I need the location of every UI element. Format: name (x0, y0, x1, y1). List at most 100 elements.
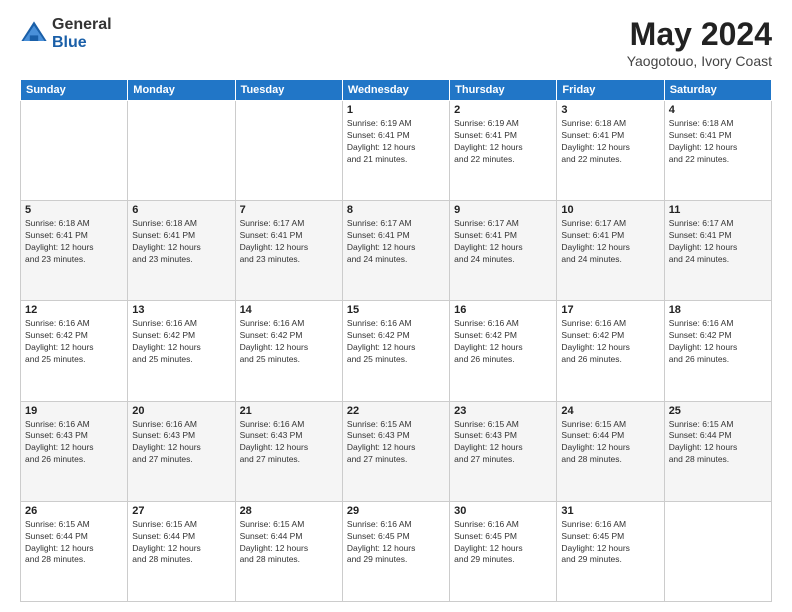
title-block: May 2024 Yaogotouo, Ivory Coast (627, 16, 772, 69)
table-row: 11Sunrise: 6:17 AM Sunset: 6:41 PM Dayli… (664, 201, 771, 301)
table-row: 10 Sunrise: 6:17 AM Sunset: 6:41 PM Dayli… (557, 201, 664, 301)
col-monday: Monday (128, 80, 235, 101)
table-row: 7 Sunrise: 6:17 AM Sunset: 6:41 PM Daylig… (235, 201, 342, 301)
table-row: 18Sunrise: 6:16 AM Sunset: 6:42 PM Dayli… (664, 301, 771, 401)
day-info: Sunrise: 6:16 AM Sunset: 6:45 PM Dayligh… (347, 519, 445, 567)
table-row: 19 Sunrise: 6:16 AM Sunset: 6:43 PM Dayli… (21, 401, 128, 501)
table-row: 6 Sunrise: 6:18 AM Sunset: 6:41 PM Daylig… (128, 201, 235, 301)
day-info: Sunrise: 6:15 AM Sunset: 6:44 PM Dayligh… (132, 519, 230, 567)
day-number: 6 (132, 204, 230, 216)
calendar-week-row: 12 Sunrise: 6:16 AM Sunset: 6:42 PM Dayli… (21, 301, 772, 401)
table-row (235, 101, 342, 201)
table-row: 15 Sunrise: 6:16 AM Sunset: 6:42 PM Dayli… (342, 301, 449, 401)
day-info: Sunrise: 6:17 AM Sunset: 6:41 PM Dayligh… (561, 218, 659, 266)
table-row: 21 Sunrise: 6:16 AM Sunset: 6:43 PM Dayli… (235, 401, 342, 501)
day-number: 14 (240, 304, 338, 316)
day-number: 12 (25, 304, 123, 316)
table-row: 22 Sunrise: 6:15 AM Sunset: 6:43 PM Dayli… (342, 401, 449, 501)
table-row: 31 Sunrise: 6:16 AM Sunset: 6:45 PM Dayli… (557, 501, 664, 601)
day-info: Sunrise: 6:15 AM Sunset: 6:44 PM Dayligh… (669, 419, 767, 467)
table-row: 25 Sunrise: 6:15 AM Sunset: 6:44 PM Dayli… (664, 401, 771, 501)
header: General Blue May 2024 Yaogotouo, Ivory C… (20, 16, 772, 69)
day-number: 15 (347, 304, 445, 316)
day-number: 5 (25, 204, 123, 216)
day-number: 26 (25, 505, 123, 517)
col-sunday: Sunday (21, 80, 128, 101)
day-number: 24 (561, 405, 659, 417)
calendar-week-row: 19 Sunrise: 6:16 AM Sunset: 6:43 PM Dayli… (21, 401, 772, 501)
day-info: Sunrise: 6:17 AM Sunset: 6:41 PM Dayligh… (454, 218, 552, 266)
day-info: Sunrise: 6:19 AM Sunset: 6:41 PM Dayligh… (347, 118, 445, 166)
day-number: 28 (240, 505, 338, 517)
table-row (664, 501, 771, 601)
page: General Blue May 2024 Yaogotouo, Ivory C… (0, 0, 792, 612)
logo: General Blue (20, 16, 112, 51)
day-info: Sunrise: 6:18 AM Sunset: 6:41 PM Dayligh… (132, 218, 230, 266)
day-number: 17 (561, 304, 659, 316)
col-thursday: Thursday (450, 80, 557, 101)
day-number: 22 (347, 405, 445, 417)
day-info: Sunrise: 6:15 AM Sunset: 6:44 PM Dayligh… (25, 519, 123, 567)
col-friday: Friday (557, 80, 664, 101)
day-number: 8 (347, 204, 445, 216)
day-number: 25 (669, 405, 767, 417)
col-wednesday: Wednesday (342, 80, 449, 101)
day-info: Sunrise: 6:15 AM Sunset: 6:43 PM Dayligh… (347, 419, 445, 467)
day-info: Sunrise: 6:16 AM Sunset: 6:43 PM Dayligh… (240, 419, 338, 467)
day-info: Sunrise: 6:17 AM Sunset: 6:41 PM Dayligh… (347, 218, 445, 266)
day-number: 13 (132, 304, 230, 316)
day-number: 9 (454, 204, 552, 216)
day-number: 30 (454, 505, 552, 517)
table-row: 14 Sunrise: 6:16 AM Sunset: 6:42 PM Dayli… (235, 301, 342, 401)
day-number: 3 (561, 104, 659, 116)
day-number: 31 (561, 505, 659, 517)
table-row: 1 Sunrise: 6:19 AM Sunset: 6:41 PM Daylig… (342, 101, 449, 201)
day-info: Sunrise: 6:16 AM Sunset: 6:43 PM Dayligh… (132, 419, 230, 467)
day-number: 20 (132, 405, 230, 417)
logo-icon (20, 20, 48, 48)
table-row: 20 Sunrise: 6:16 AM Sunset: 6:43 PM Dayli… (128, 401, 235, 501)
day-info: Sunrise: 6:16 AM Sunset: 6:43 PM Dayligh… (25, 419, 123, 467)
day-number: 10 (561, 204, 659, 216)
table-row: 8 Sunrise: 6:17 AM Sunset: 6:41 PM Daylig… (342, 201, 449, 301)
table-row (21, 101, 128, 201)
day-info: Sunrise: 6:16 AM Sunset: 6:45 PM Dayligh… (454, 519, 552, 567)
calendar-table: Sunday Monday Tuesday Wednesday Thursday… (20, 79, 772, 602)
col-saturday: Saturday (664, 80, 771, 101)
table-row: 3Sunrise: 6:18 AM Sunset: 6:41 PM Daylig… (557, 101, 664, 201)
table-row: 24 Sunrise: 6:15 AM Sunset: 6:44 PM Dayli… (557, 401, 664, 501)
table-row (128, 101, 235, 201)
table-row: 17Sunrise: 6:16 AM Sunset: 6:42 PM Dayli… (557, 301, 664, 401)
table-row: 23Sunrise: 6:15 AM Sunset: 6:43 PM Dayli… (450, 401, 557, 501)
day-info: Sunrise: 6:16 AM Sunset: 6:42 PM Dayligh… (347, 318, 445, 366)
logo-general: General (52, 16, 112, 34)
day-info: Sunrise: 6:18 AM Sunset: 6:41 PM Dayligh… (669, 118, 767, 166)
day-info: Sunrise: 6:16 AM Sunset: 6:42 PM Dayligh… (240, 318, 338, 366)
table-row: 26 Sunrise: 6:15 AM Sunset: 6:44 PM Dayli… (21, 501, 128, 601)
day-number: 19 (25, 405, 123, 417)
day-number: 7 (240, 204, 338, 216)
day-info: Sunrise: 6:16 AM Sunset: 6:42 PM Dayligh… (454, 318, 552, 366)
calendar-week-row: 5 Sunrise: 6:18 AM Sunset: 6:41 PM Daylig… (21, 201, 772, 301)
day-number: 21 (240, 405, 338, 417)
day-info: Sunrise: 6:17 AM Sunset: 6:41 PM Dayligh… (240, 218, 338, 266)
header-row: Sunday Monday Tuesday Wednesday Thursday… (21, 80, 772, 101)
day-number: 27 (132, 505, 230, 517)
day-info: Sunrise: 6:16 AM Sunset: 6:42 PM Dayligh… (669, 318, 767, 366)
day-info: Sunrise: 6:15 AM Sunset: 6:44 PM Dayligh… (240, 519, 338, 567)
table-row: 28 Sunrise: 6:15 AM Sunset: 6:44 PM Dayli… (235, 501, 342, 601)
day-info: Sunrise: 6:16 AM Sunset: 6:42 PM Dayligh… (132, 318, 230, 366)
day-number: 11 (669, 204, 767, 216)
day-number: 23 (454, 405, 552, 417)
day-info: Sunrise: 6:16 AM Sunset: 6:45 PM Dayligh… (561, 519, 659, 567)
day-info: Sunrise: 6:15 AM Sunset: 6:44 PM Dayligh… (561, 419, 659, 467)
table-row: 29Sunrise: 6:16 AM Sunset: 6:45 PM Dayli… (342, 501, 449, 601)
table-row: 4 Sunrise: 6:18 AM Sunset: 6:41 PM Daylig… (664, 101, 771, 201)
day-number: 4 (669, 104, 767, 116)
table-row: 27 Sunrise: 6:15 AM Sunset: 6:44 PM Dayli… (128, 501, 235, 601)
month-title: May 2024 (627, 16, 772, 53)
logo-text: General Blue (52, 16, 112, 51)
table-row: 13 Sunrise: 6:16 AM Sunset: 6:42 PM Dayli… (128, 301, 235, 401)
logo-blue: Blue (52, 34, 112, 52)
day-number: 1 (347, 104, 445, 116)
